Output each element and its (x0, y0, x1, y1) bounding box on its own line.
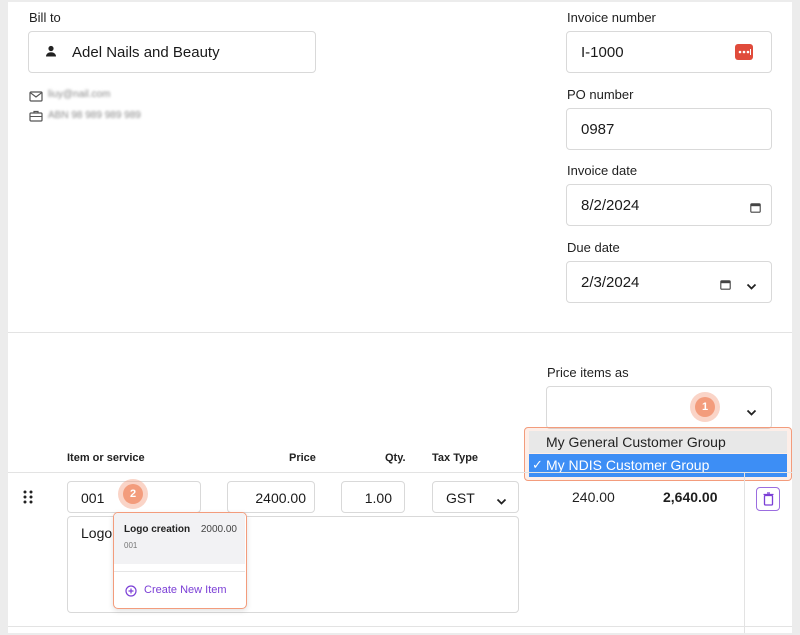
chevron-down-icon (496, 493, 507, 511)
drag-handle-icon[interactable] (23, 490, 33, 509)
table-header-divider (8, 472, 792, 473)
suggestion-option-logo-creation[interactable]: Logo creation 2000.00 001 (114, 513, 245, 564)
chevron-down-icon[interactable] (746, 278, 757, 296)
step-badge-2: 2 (118, 479, 148, 509)
checkmark-icon: ✓ (532, 457, 543, 472)
line-total: 2,640.00 (663, 489, 718, 505)
header-qty: Qty. (385, 452, 406, 464)
calendar-icon[interactable] (750, 200, 761, 218)
invoice-form: Bill to Adel Nails and Beauty liuy@nail.… (8, 2, 792, 633)
price-value: 2400.00 (255, 490, 306, 506)
column-divider (744, 472, 745, 633)
customer-email: liuy@nail.com (48, 89, 111, 100)
option-ndis-group[interactable]: ✓ My NDIS Customer Group (529, 454, 787, 477)
header-item: Item or service (67, 452, 145, 464)
due-date-label: Due date (567, 240, 620, 255)
mail-icon (29, 89, 43, 107)
po-number-label: PO number (567, 87, 634, 102)
create-new-item-label: Create New Item (144, 584, 227, 596)
delete-row-button[interactable] (756, 487, 780, 511)
invoice-date-value: 8/2/2024 (581, 197, 640, 214)
bill-to-label: Bill to (29, 10, 61, 25)
tax-type-value: GST (446, 490, 475, 506)
tax-amount: 240.00 (572, 489, 615, 505)
section-divider (8, 332, 792, 333)
item-code-value: 001 (81, 490, 105, 506)
plus-circle-icon (125, 584, 137, 602)
invoice-number-input[interactable]: I-1000 (566, 31, 772, 73)
tax-type-select[interactable]: GST (432, 481, 519, 513)
chevron-down-icon[interactable] (746, 404, 757, 422)
option-general-group[interactable]: My General Customer Group (529, 431, 787, 453)
due-date-value: 2/3/2024 (581, 274, 640, 291)
price-items-label: Price items as (547, 365, 629, 380)
invoice-number-value: I-1000 (581, 44, 624, 61)
create-new-item-button[interactable]: Create New Item (114, 575, 245, 605)
invoice-date-input[interactable]: 8/2/2024 (566, 184, 772, 226)
due-date-input[interactable]: 2/3/2024 (566, 261, 772, 303)
option-label: My NDIS Customer Group (546, 457, 710, 473)
header-tax: Tax Type (432, 452, 479, 464)
option-label: My General Customer Group (546, 434, 726, 450)
customer-name: Adel Nails and Beauty (72, 44, 220, 61)
popup-divider (114, 571, 245, 572)
password-manager-icon[interactable] (735, 44, 753, 60)
price-items-select[interactable] (546, 386, 772, 429)
qty-input[interactable]: 1.00 (341, 481, 405, 513)
bottom-divider (8, 626, 792, 627)
header-price: Price (289, 452, 316, 464)
customer-abn: ABN 98 989 989 989 (48, 110, 141, 121)
item-suggestion-popup: Logo creation 2000.00 001 Create New Ite… (113, 512, 247, 609)
trash-icon (763, 492, 774, 511)
calendar-icon[interactable] (720, 277, 731, 295)
po-number-value: 0987 (581, 121, 615, 138)
invoice-date-label: Invoice date (567, 163, 638, 178)
suggestion-name: Logo creation (124, 524, 191, 535)
qty-value: 1.00 (364, 490, 392, 506)
person-icon (44, 44, 58, 63)
suggestion-code: 001 (124, 541, 138, 550)
briefcase-icon (29, 109, 43, 127)
po-number-input[interactable]: 0987 (566, 108, 772, 150)
description-value: Logo (81, 525, 113, 541)
invoice-number-label: Invoice number (567, 10, 656, 25)
suggestion-price: 2000.00 (200, 524, 237, 535)
price-input[interactable]: 2400.00 (227, 481, 315, 513)
step-badge-1: 1 (690, 392, 720, 422)
customer-field[interactable]: Adel Nails and Beauty (28, 31, 316, 73)
